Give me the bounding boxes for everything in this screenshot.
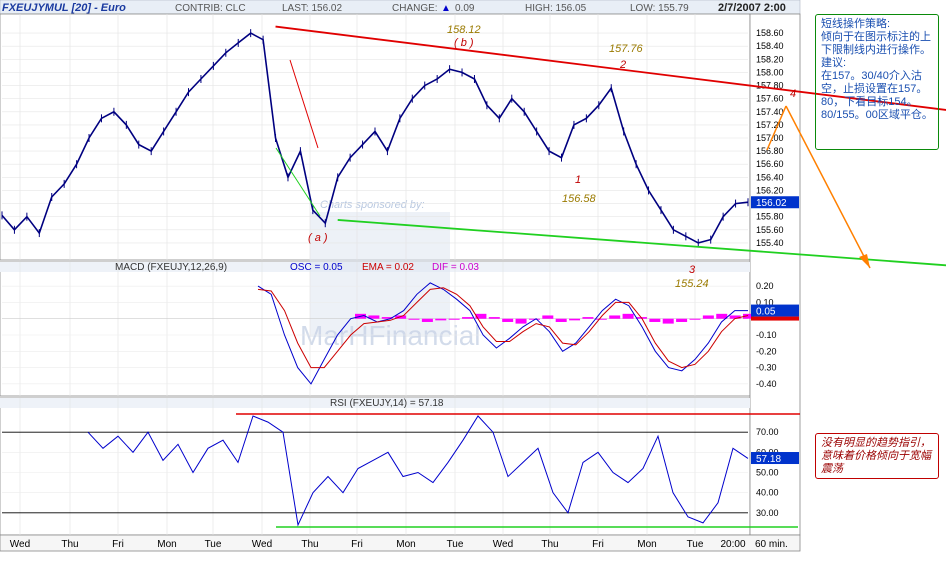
macd-histogram-bar bbox=[609, 315, 621, 319]
rsi-tick-label: 70.00 bbox=[756, 427, 779, 437]
macd-tick-label: -0.10 bbox=[756, 330, 777, 340]
price-tick-label: 156.60 bbox=[756, 159, 784, 169]
price-tick-label: 157.00 bbox=[756, 133, 784, 143]
b-label: ( b ) bbox=[454, 37, 474, 49]
macd-ema-legend: EMA = 0.02 bbox=[362, 262, 414, 273]
x-tick-label: Mon bbox=[637, 539, 656, 550]
rsi-tick-label: 50.00 bbox=[756, 468, 779, 478]
rsi-tick-label: 30.00 bbox=[756, 508, 779, 518]
high-price: HIGH: 156.05 bbox=[525, 3, 587, 14]
price-tick-label: 156.80 bbox=[756, 146, 784, 156]
last-price: LAST: 156.02 bbox=[282, 3, 342, 14]
macd-histogram-bar bbox=[448, 318, 460, 320]
macd-histogram-bar bbox=[595, 318, 607, 320]
x-tick-label: Fri bbox=[112, 539, 124, 550]
macd-histogram-bar bbox=[488, 317, 500, 319]
price-tick-label: 158.00 bbox=[756, 67, 784, 77]
macd-dif-legend: DIF = 0.03 bbox=[432, 262, 479, 273]
price-last-label: 156.02 bbox=[756, 198, 787, 209]
macd-histogram-bar bbox=[515, 318, 527, 324]
macd-histogram-bar bbox=[662, 318, 674, 324]
macd-tick-label: -0.20 bbox=[756, 346, 777, 356]
x-tick-label: Tue bbox=[687, 539, 704, 550]
watermark-logo bbox=[310, 212, 450, 337]
b-value: 158.12 bbox=[447, 24, 481, 36]
x-tick-label: Thu bbox=[61, 539, 78, 550]
macd-histogram-bar bbox=[569, 318, 581, 321]
x-tick-label: Tue bbox=[447, 539, 464, 550]
macd-histogram-bar bbox=[462, 317, 474, 319]
macd-histogram-bar bbox=[702, 315, 714, 319]
wave2-value: 157.76 bbox=[609, 43, 644, 55]
header-datetime: 2/7/2007 2:00 bbox=[718, 2, 786, 14]
price-tick-label: 155.40 bbox=[756, 238, 784, 248]
x-tick-label: Wed bbox=[252, 539, 272, 550]
price-tick-label: 156.20 bbox=[756, 185, 784, 195]
price-tick-label: 155.80 bbox=[756, 212, 784, 222]
x-tick-label: Fri bbox=[592, 539, 604, 550]
wave4-label: 4 bbox=[790, 88, 796, 100]
x-tick-label: Thu bbox=[301, 539, 318, 550]
wave3-value: 155.24 bbox=[675, 278, 709, 290]
macd-tick-label: -0.30 bbox=[756, 363, 777, 373]
sponsor-text: Charts sponsored by: bbox=[320, 199, 425, 211]
macd-tick-label: 0.20 bbox=[756, 281, 774, 291]
wave1-value: 156.58 bbox=[562, 193, 597, 205]
price-tick-label: 155.60 bbox=[756, 225, 784, 235]
macd-histogram-bar bbox=[555, 318, 567, 322]
x-tick-label: Tue bbox=[205, 539, 222, 550]
rsi-comment-note: 没有明显的趋势指引，意味着价格倾向于宽幅震荡 bbox=[815, 433, 939, 479]
macd-tick-label: -0.40 bbox=[756, 379, 777, 389]
price-tick-label: 158.60 bbox=[756, 28, 784, 38]
x-tick-label: Wed bbox=[10, 539, 30, 550]
a-label: ( a ) bbox=[308, 232, 328, 244]
price-tick-label: 157.40 bbox=[756, 107, 784, 117]
x-tick-label: 20:00 bbox=[720, 539, 745, 550]
strategy-note: 短线操作策略: 倾向于在图示标注的上下限制线内进行操作。 建议: 在157。30… bbox=[815, 14, 939, 150]
x-tick-label: Mon bbox=[157, 539, 176, 550]
macd-ema-marker bbox=[751, 316, 799, 321]
forecast-arrowhead bbox=[859, 254, 870, 268]
macd-osc-legend: OSC = 0.05 bbox=[290, 262, 343, 273]
price-tick-label: 158.20 bbox=[756, 54, 784, 64]
low-price: LOW: 155.79 bbox=[630, 3, 689, 14]
price-tick-label: 157.60 bbox=[756, 94, 784, 104]
forex-chart: FXEUJYMUL [20] - Euro CONTRIB: CLC LAST:… bbox=[0, 0, 946, 552]
wave2-label: 2 bbox=[619, 59, 626, 71]
rsi-last-label: 57.18 bbox=[756, 454, 781, 465]
symbol-title: FXEUJYMUL [20] - Euro bbox=[2, 2, 126, 14]
x-tick-label: Fri bbox=[351, 539, 363, 550]
macd-histogram-bar bbox=[582, 317, 594, 319]
wave1-label: 1 bbox=[575, 174, 581, 186]
macd-last-label: 0.05 bbox=[756, 307, 776, 318]
x-tick-label: Wed bbox=[493, 539, 513, 550]
macd-histogram-bar bbox=[622, 313, 634, 319]
change-value: 0.09 bbox=[455, 3, 475, 14]
macd-histogram-bar bbox=[408, 318, 420, 320]
contrib-label: CONTRIB: CLC bbox=[175, 3, 246, 14]
macd-histogram-bar bbox=[676, 318, 688, 322]
wave3-label: 3 bbox=[689, 264, 696, 276]
macd-histogram-bar bbox=[435, 318, 447, 321]
change-label: CHANGE: bbox=[392, 3, 438, 14]
price-tick-label: 156.40 bbox=[756, 172, 784, 182]
rsi-title: RSI (FXEUJY,14) = 57.18 bbox=[330, 398, 444, 409]
interval-label: 60 min. bbox=[755, 539, 788, 550]
macd-histogram-bar bbox=[689, 318, 701, 320]
watermark-text: MarHFinancial bbox=[300, 320, 481, 351]
price-tick-label: 158.40 bbox=[756, 41, 784, 51]
x-tick-label: Thu bbox=[541, 539, 558, 550]
macd-histogram-bar bbox=[542, 315, 554, 319]
macd-histogram-bar bbox=[649, 318, 661, 322]
macd-histogram-bar bbox=[421, 318, 433, 322]
x-tick-label: Mon bbox=[396, 539, 415, 550]
change-up-icon: ▲ bbox=[441, 3, 451, 14]
macd-title: MACD (FXEUJY,12,26,9) bbox=[115, 262, 227, 273]
macd-histogram-bar bbox=[502, 318, 514, 322]
rsi-tick-label: 40.00 bbox=[756, 488, 779, 498]
